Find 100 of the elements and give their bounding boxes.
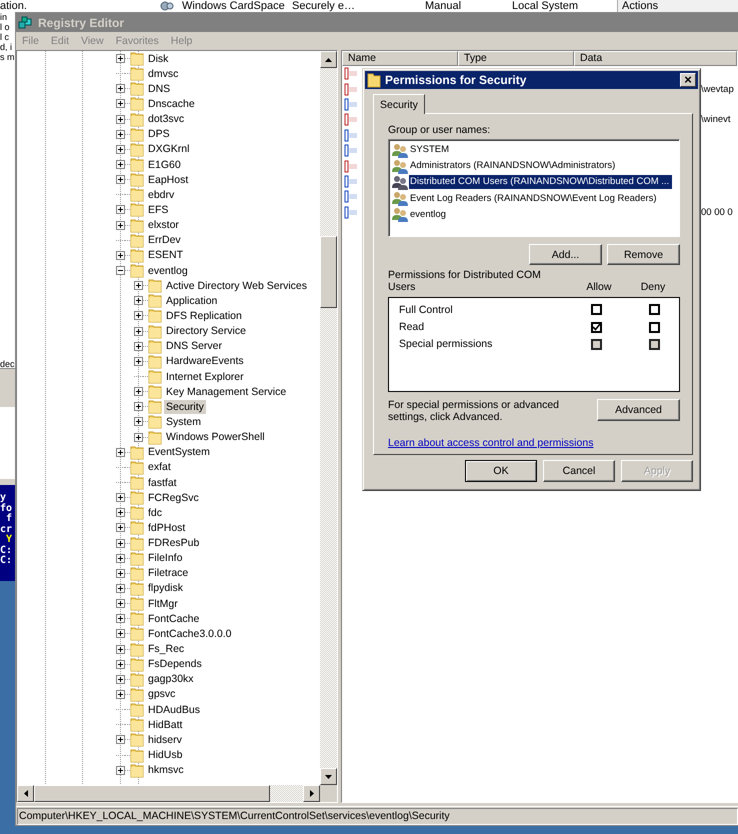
vertical-scrollbar[interactable] [320, 51, 337, 785]
tree-item[interactable]: FDResPub [146, 536, 202, 550]
tree-item[interactable]: Security [164, 400, 206, 414]
user-item[interactable]: SYSTEM [392, 142, 677, 158]
expand-toggle[interactable] [116, 660, 125, 669]
tree-item[interactable]: System [164, 414, 204, 429]
expand-toggle[interactable] [116, 175, 125, 184]
expand-toggle[interactable] [116, 99, 125, 108]
expand-toggle[interactable] [116, 629, 125, 638]
expand-toggle[interactable] [134, 281, 143, 290]
tree-item[interactable]: ErrDev [146, 233, 183, 248]
expand-toggle[interactable] [116, 84, 125, 94]
tree-item[interactable]: EventSystem [146, 445, 212, 460]
scroll-up-button[interactable] [320, 51, 337, 68]
user-item[interactable]: eventlog [392, 206, 677, 223]
dialog-button[interactable]: OK [465, 460, 537, 482]
tree-item[interactable]: gpsvc [146, 687, 178, 702]
tree-item[interactable]: FontCache [146, 612, 202, 626]
tree-item[interactable]: dmvsc [146, 66, 180, 81]
user-item[interactable]: Event Log Readers (RAINANDSNOW\Event Log Readers) [392, 190, 677, 207]
deny-checkbox[interactable] [649, 304, 660, 316]
expand-toggle[interactable] [116, 114, 125, 124]
scroll-thumb[interactable] [320, 236, 337, 308]
column-header[interactable]: Name [342, 51, 458, 66]
expand-toggle[interactable] [134, 432, 143, 442]
tree-item[interactable]: FileInfo [146, 551, 184, 566]
scroll-down-button[interactable] [320, 768, 337, 785]
tree-item[interactable]: HidBatt [146, 718, 184, 732]
tree-item[interactable]: Disk [146, 52, 170, 66]
tree-item[interactable]: dot3svc [146, 112, 186, 126]
tree-item[interactable]: ebdrv [146, 188, 176, 202]
tree-item[interactable]: Filetrace [146, 566, 190, 580]
deny-checkbox[interactable] [649, 322, 660, 333]
tree-item[interactable]: DFS Replication [164, 308, 244, 323]
advanced-button[interactable]: Advanced [597, 399, 680, 421]
tab[interactable]: Security [373, 94, 425, 114]
expand-toggle[interactable] [116, 690, 125, 699]
expand-toggle[interactable] [116, 220, 125, 230]
tree-item[interactable]: EFS [146, 202, 170, 217]
dialog-button[interactable]: Cancel [543, 460, 615, 482]
column-header[interactable]: Type [458, 51, 574, 66]
expand-toggle[interactable] [134, 356, 143, 366]
dialog-button[interactable]: Remove [607, 244, 680, 265]
tree-item[interactable]: fastfat [146, 476, 179, 490]
expand-toggle[interactable] [116, 448, 125, 457]
expand-toggle[interactable] [134, 342, 143, 351]
scroll-right-button[interactable] [303, 785, 320, 802]
tree-item[interactable]: FontCache3.0.0.0 [146, 626, 234, 641]
expand-toggle[interactable] [134, 326, 143, 336]
expand-toggle[interactable] [116, 599, 125, 608]
collapse-toggle[interactable] [116, 266, 125, 276]
tree-item[interactable]: fdc [146, 506, 164, 520]
tree-item[interactable]: flpydisk [146, 581, 186, 596]
tree-item[interactable]: E1G60 [146, 158, 183, 172]
expand-toggle[interactable] [116, 160, 125, 170]
expand-toggle[interactable] [116, 130, 125, 139]
tree-item[interactable]: elxstor [146, 218, 181, 232]
expand-toggle[interactable] [116, 54, 125, 64]
tree-item[interactable]: Application [164, 294, 220, 308]
expand-toggle[interactable] [134, 417, 143, 426]
scroll-left-button[interactable] [17, 785, 34, 802]
tree-item[interactable]: Active Directory Web Services [164, 278, 310, 293]
expand-toggle[interactable] [134, 387, 143, 396]
expand-toggle[interactable] [116, 584, 125, 593]
tree-item[interactable]: ESENT [146, 248, 186, 262]
expand-toggle[interactable] [134, 311, 143, 320]
tree-item[interactable]: DNS [146, 82, 172, 96]
tree-item[interactable]: HidUsb [146, 748, 184, 762]
expand-toggle[interactable] [116, 205, 125, 214]
expand-toggle[interactable] [116, 614, 125, 624]
tree-item[interactable]: HardwareEvents [164, 354, 246, 368]
help-link[interactable]: Learn about access control and permissions [388, 437, 680, 449]
expand-toggle[interactable] [116, 735, 125, 744]
tree-item[interactable]: hidserv [146, 732, 184, 747]
user-item[interactable]: Administrators (RAINANDSNOW\Administrators) [392, 158, 677, 174]
tree-item[interactable]: Dnscache [146, 96, 197, 111]
expand-toggle[interactable] [116, 144, 125, 154]
expand-toggle[interactable] [116, 493, 125, 502]
scroll-thumb[interactable] [34, 785, 270, 802]
expand-toggle[interactable] [116, 538, 125, 548]
tree-item[interactable]: DPS [146, 127, 172, 142]
expand-toggle[interactable] [116, 568, 125, 578]
tree-item[interactable]: FltMgr [146, 596, 180, 611]
tree-item[interactable]: Directory Service [164, 324, 248, 338]
expand-toggle[interactable] [116, 508, 125, 518]
expand-toggle[interactable] [116, 523, 125, 532]
tree-item[interactable]: Key Management Service [164, 384, 288, 399]
expand-toggle[interactable] [134, 296, 143, 306]
tree-item[interactable]: hkmsvc [146, 763, 186, 778]
expand-toggle[interactable] [116, 554, 125, 563]
tree-item[interactable]: DNS Server [164, 339, 224, 354]
allow-checkbox[interactable] [591, 304, 602, 316]
tree-item[interactable]: FsDepends [146, 657, 204, 672]
tree-item[interactable]: exfat [146, 460, 173, 474]
close-button[interactable]: × [680, 73, 696, 87]
expand-toggle[interactable] [134, 402, 143, 412]
tree-item[interactable]: Fs_Rec [146, 642, 186, 656]
tree-item[interactable]: Windows PowerShell [164, 430, 267, 444]
tree-item[interactable]: FCRegSvc [146, 490, 201, 505]
expand-toggle[interactable] [116, 250, 125, 260]
